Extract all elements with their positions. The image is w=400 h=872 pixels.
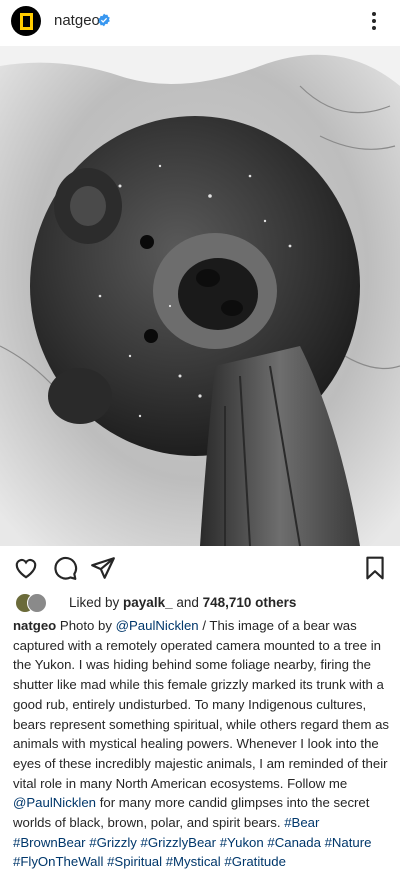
hashtag-link[interactable]: #Nature: [325, 835, 372, 850]
likes-row: Liked by payalk_ and 748,710 others: [15, 592, 296, 613]
liker-avatars[interactable]: [15, 593, 49, 613]
hashtag-link[interactable]: #Grizzly: [89, 835, 137, 850]
bear-photo-illustration: [0, 46, 400, 546]
hashtag-link[interactable]: #BrownBear: [13, 835, 86, 850]
hashtag-link[interactable]: #GrizzlyBear: [141, 835, 216, 850]
hashtag-link[interactable]: #Yukon: [220, 835, 264, 850]
hashtag-link[interactable]: #Bear: [284, 815, 319, 830]
hashtag-link[interactable]: #Canada: [267, 835, 321, 850]
verified-badge-icon: [98, 13, 110, 27]
liker-avatar: [27, 593, 47, 613]
caption-text: Photo by: [56, 618, 116, 633]
post-username[interactable]: natgeo: [54, 12, 100, 29]
likes-count[interactable]: 748,710 others: [203, 595, 297, 610]
share-icon[interactable]: [90, 555, 116, 581]
post-header: natgeo: [0, 0, 400, 46]
hashtag-link[interactable]: #Gratitude: [224, 854, 286, 869]
profile-avatar[interactable]: [11, 6, 41, 36]
mention-link[interactable]: @PaulNicklen: [13, 795, 96, 810]
mention-link[interactable]: @PaulNicklen: [116, 618, 199, 633]
likes-user[interactable]: payalk_: [123, 595, 173, 610]
hashtag-link[interactable]: #Spiritual: [107, 854, 162, 869]
national-geographic-logo: [19, 12, 33, 30]
comment-icon[interactable]: [52, 555, 78, 581]
post-photo[interactable]: [0, 46, 400, 546]
caption-text: / This image of a bear was captured with…: [13, 618, 390, 791]
heart-icon[interactable]: [13, 555, 39, 581]
hashtag-link[interactable]: #FlyOnTheWall: [13, 854, 103, 869]
caption-body: Photo by @PaulNicklen / This image of a …: [13, 618, 389, 869]
caption-username[interactable]: natgeo: [13, 618, 56, 633]
post-actions: [0, 555, 400, 583]
more-vertical-icon[interactable]: [368, 9, 380, 33]
post-caption: natgeo Photo by @PaulNicklen / This imag…: [13, 616, 391, 872]
likes-text[interactable]: Liked by payalk_ and 748,710 others: [69, 595, 296, 610]
likes-middle: and: [172, 594, 203, 610]
hashtag-link[interactable]: #Mystical: [166, 854, 221, 869]
likes-prefix: Liked by: [69, 594, 124, 610]
bookmark-icon[interactable]: [362, 555, 388, 581]
